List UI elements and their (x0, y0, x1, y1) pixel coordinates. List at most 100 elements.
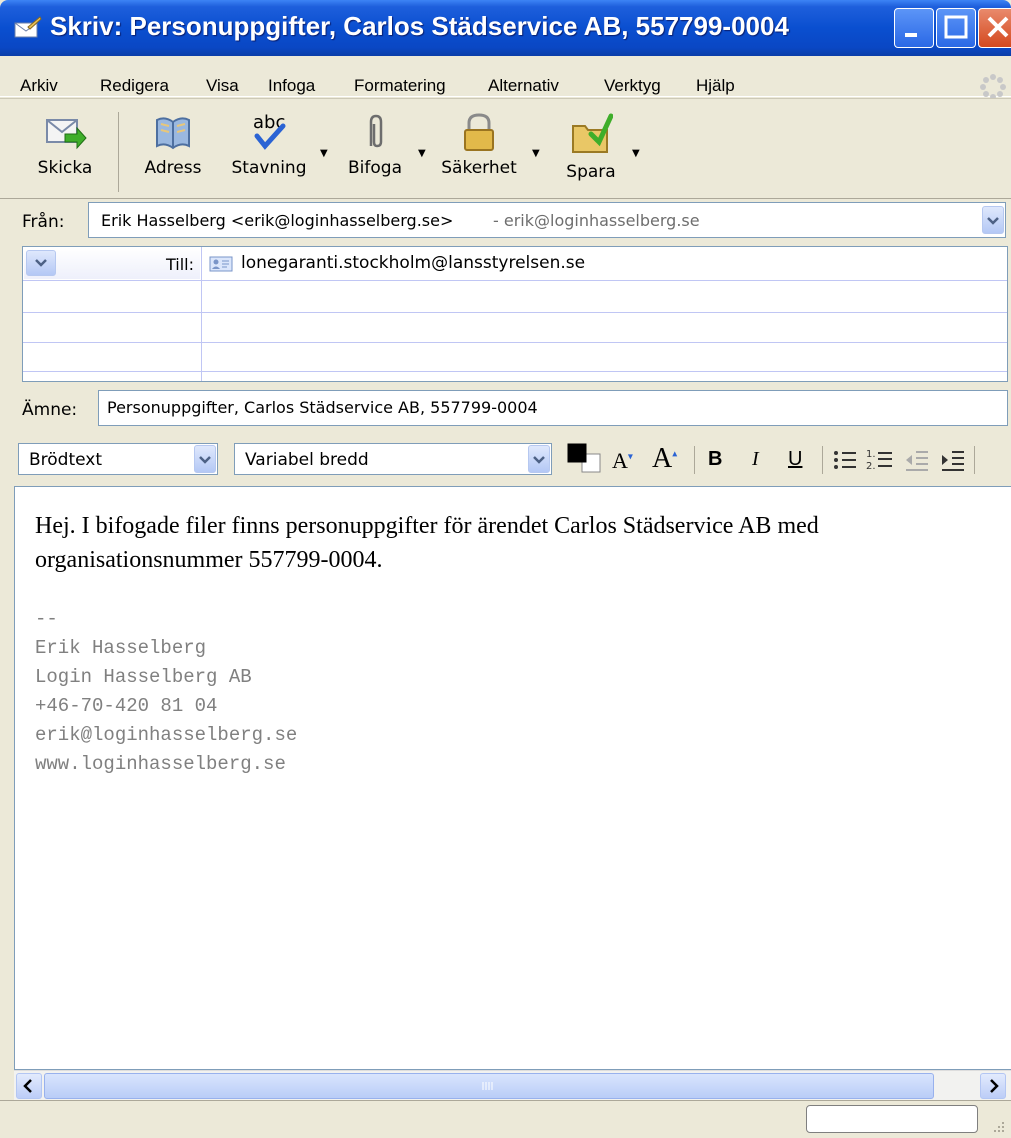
spellcheck-icon: abc (253, 112, 286, 150)
bold-button[interactable]: B (708, 448, 722, 471)
horizontal-scrollbar[interactable] (14, 1070, 1011, 1101)
status-panel (806, 1105, 978, 1133)
grid-row-line (23, 312, 1007, 313)
security-button[interactable]: Säkerhet (436, 112, 522, 178)
message-editor[interactable]: Hej. I bifogade filer finns personuppgif… (14, 486, 1011, 1070)
compose-window: Skriv: Personuppgifter, Carlos Städservi… (0, 0, 1011, 1138)
signature-phone: +46-70-420 81 04 (35, 695, 218, 717)
bullet-list-icon[interactable] (832, 448, 858, 472)
grid-row-line (23, 342, 1007, 343)
font-dropdown-button[interactable] (528, 445, 550, 473)
close-icon (987, 16, 1009, 38)
compose-mail-icon (14, 16, 42, 38)
menu-hjalp[interactable]: Hjälp (696, 76, 735, 96)
outdent-icon[interactable] (904, 448, 930, 472)
format-separator (694, 446, 695, 474)
svg-text:1.: 1. (866, 449, 876, 460)
attach-dropdown-arrow-icon[interactable]: ▼ (418, 148, 426, 159)
send-mail-icon (46, 119, 87, 150)
format-separator (822, 446, 823, 474)
paperclip-icon (369, 114, 383, 148)
chevron-down-icon (987, 217, 999, 225)
menu-redigera[interactable]: Redigera (100, 76, 169, 96)
paragraph-style-dropdown-button[interactable] (194, 445, 216, 473)
spelling-dropdown-arrow-icon[interactable]: ▼ (320, 148, 328, 159)
recipient-list[interactable]: Till: lonegaranti.stockholm@lansstyrelse… (22, 246, 1008, 382)
chevron-down-icon (35, 259, 47, 267)
menu-formatering[interactable]: Formatering (354, 76, 446, 96)
text-color-picker-icon[interactable] (564, 440, 604, 478)
svg-text:2.: 2. (866, 461, 876, 472)
resize-grip-icon[interactable] (990, 1118, 1008, 1136)
paragraph-style-value: Brödtext (29, 450, 103, 470)
send-button[interactable]: Skicka (22, 112, 108, 178)
maximize-button[interactable] (936, 8, 976, 48)
font-smaller-button[interactable]: A▾ (612, 448, 633, 474)
signature-company: Login Hasselberg AB (35, 666, 252, 688)
maximize-icon (944, 15, 968, 39)
save-label: Spara (566, 162, 616, 182)
from-dropdown-button[interactable] (982, 206, 1004, 234)
recipient-type-select[interactable]: Till: (24, 248, 200, 279)
subject-value: Personuppgifter, Carlos Städservice AB, … (107, 398, 538, 417)
chevron-down-icon (533, 456, 545, 464)
save-folder-icon (572, 113, 613, 153)
activity-throbber-icon (980, 74, 1006, 100)
toolbar-divider (0, 198, 1011, 199)
menu-bar: Arkiv Redigera Visa Infoga Formatering A… (0, 56, 1011, 97)
close-button[interactable] (978, 8, 1011, 48)
minimize-button[interactable] (894, 8, 934, 48)
address-book-icon (156, 117, 190, 150)
menu-arkiv[interactable]: Arkiv (20, 76, 58, 96)
minimize-icon (905, 33, 917, 37)
address-label: Adress (144, 158, 202, 178)
to-label: Till: (165, 255, 194, 274)
from-select[interactable]: Erik Hasselberg <erik@loginhasselberg.se… (88, 202, 1006, 238)
grid-row-line (23, 371, 1007, 372)
save-button[interactable]: Spara (556, 112, 626, 182)
address-book-button[interactable]: Adress (136, 112, 210, 178)
spelling-button[interactable]: abc Stavning (226, 112, 312, 178)
signature-name: Erik Hasselberg (35, 637, 207, 659)
contact-card-icon (209, 256, 233, 272)
menu-visa[interactable]: Visa (206, 76, 239, 96)
subject-input[interactable]: Personuppgifter, Carlos Städservice AB, … (98, 390, 1008, 426)
padlock-icon (464, 113, 494, 151)
signature-email: erik@loginhasselberg.se (35, 724, 298, 746)
window-title: Skriv: Personuppgifter, Carlos Städservi… (50, 11, 789, 41)
send-label: Skicka (37, 158, 93, 178)
paragraph-style-select[interactable]: Brödtext (18, 443, 218, 475)
menu-verktyg[interactable]: Verktyg (604, 76, 661, 96)
scroll-thumb[interactable] (44, 1073, 934, 1099)
chevron-left-icon (23, 1079, 32, 1093)
scroll-left-button[interactable] (16, 1073, 42, 1099)
numbered-list-icon[interactable]: 1. 2. (866, 446, 894, 472)
signature-separator: -- (35, 608, 58, 630)
indent-icon[interactable] (940, 448, 966, 472)
to-address[interactable]: lonegaranti.stockholm@lansstyrelsen.se (241, 253, 585, 273)
font-larger-button[interactable]: A▴ (652, 443, 677, 475)
font-value: Variabel bredd (245, 450, 369, 470)
grid-row-line (23, 280, 1007, 281)
from-account: - erik@loginhasselberg.se (493, 211, 700, 230)
message-body: Hej. I bifogade filer finns personuppgif… (35, 513, 819, 573)
from-value: Erik Hasselberg <erik@loginhasselberg.se… (101, 211, 454, 230)
font-select[interactable]: Variabel bredd (234, 443, 552, 475)
toolbar-separator (118, 112, 119, 192)
italic-button[interactable]: I (752, 448, 759, 471)
format-separator (974, 446, 975, 474)
grid-column-divider (201, 247, 202, 381)
security-dropdown-arrow-icon[interactable]: ▼ (532, 148, 540, 159)
save-dropdown-arrow-icon[interactable]: ▼ (632, 148, 640, 159)
subject-label: Ämne: (22, 400, 78, 420)
chevron-down-icon (199, 456, 211, 464)
spelling-label: Stavning (231, 158, 307, 178)
underline-button[interactable]: U (788, 448, 802, 471)
title-bar[interactable]: Skriv: Personuppgifter, Carlos Städservi… (0, 0, 1011, 56)
menu-infoga[interactable]: Infoga (268, 76, 315, 96)
menu-alternativ[interactable]: Alternativ (488, 76, 559, 96)
chevron-right-icon (990, 1079, 999, 1093)
recipient-type-dropdown-button[interactable] (26, 250, 56, 276)
attach-button[interactable]: Bifoga (340, 112, 410, 178)
scroll-right-button[interactable] (980, 1073, 1006, 1099)
